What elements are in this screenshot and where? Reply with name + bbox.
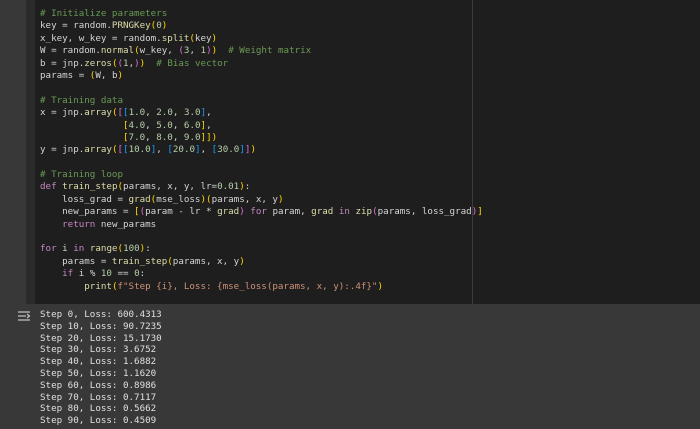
output-line: Step 20, Loss: 15.1730: [40, 332, 162, 344]
cell-output: Step 0, Loss: 600.4313 Step 10, Loss: 90.…: [0, 304, 700, 429]
code-line: # Initialize parameters: [40, 8, 168, 19]
code-line: [7.0, 8.0, 9.0]]): [122, 131, 218, 143]
code-line: key = random.PRNGKey(0): [40, 20, 168, 32]
code-line: for i in range(100):: [40, 243, 151, 255]
output-line: Step 10, Loss: 90.7235: [40, 320, 162, 332]
output-line: Step 80, Loss: 0.5662: [40, 403, 157, 415]
code-line: b = jnp.zeros((1,)) # Bias vector: [40, 57, 229, 69]
code-editor[interactable]: # Initialize parameters key = random.PRNG…: [40, 8, 483, 293]
code-line: new_params = [(param - lr * grad) for pa…: [40, 206, 483, 218]
output-line: Step 50, Loss: 1.1620: [40, 367, 157, 379]
output-line: Step 70, Loss: 0.7117: [40, 391, 157, 403]
code-line: def train_step(params, x, y, lr=0.01):: [40, 181, 251, 193]
code-line: print(f"Step {i}, Loss: {mse_loss(params…: [84, 280, 384, 292]
output-line: Step 60, Loss: 0.8986: [40, 379, 157, 391]
code-line: loss_grad = grad(mse_loss)(params, x, y): [40, 193, 284, 205]
code-line: x = jnp.array([[1.0, 2.0, 3.0],: [40, 107, 212, 119]
code-line: # Training data: [40, 94, 123, 106]
code-line: params = (W, b): [40, 69, 124, 81]
cell-execution-bar: [26, 0, 35, 304]
output-line: Step 0, Loss: 600.4313: [40, 309, 162, 320]
notebook-frame: # Initialize parameters key = random.PRNG…: [0, 0, 700, 429]
code-line: [4.0, 5.0, 6.0],: [122, 119, 212, 131]
code-cell[interactable]: # Initialize parameters key = random.PRNG…: [26, 0, 700, 304]
output-toggle-icon[interactable]: [17, 310, 31, 322]
code-line: x_key, w_key = random.split(key): [40, 32, 218, 44]
output-line: Step 90, Loss: 0.4509: [40, 415, 157, 427]
code-line: return new_params: [62, 218, 157, 230]
output-line: Step 30, Loss: 3.6752: [40, 344, 157, 356]
output-text: Step 0, Loss: 600.4313 Step 10, Loss: 90.…: [40, 309, 162, 427]
code-line: params = train_step(params, x, y): [40, 255, 245, 267]
code-line: y = jnp.array([[10.0], [20.0], [30.0]]): [40, 144, 256, 156]
code-line: # Training loop: [40, 169, 123, 181]
code-line: if i % 10 == 0:: [62, 268, 146, 280]
output-line: Step 40, Loss: 1.6882: [40, 356, 157, 368]
code-line: W = random.normal(w_key, (3, 1)) # Weigh…: [40, 45, 312, 57]
